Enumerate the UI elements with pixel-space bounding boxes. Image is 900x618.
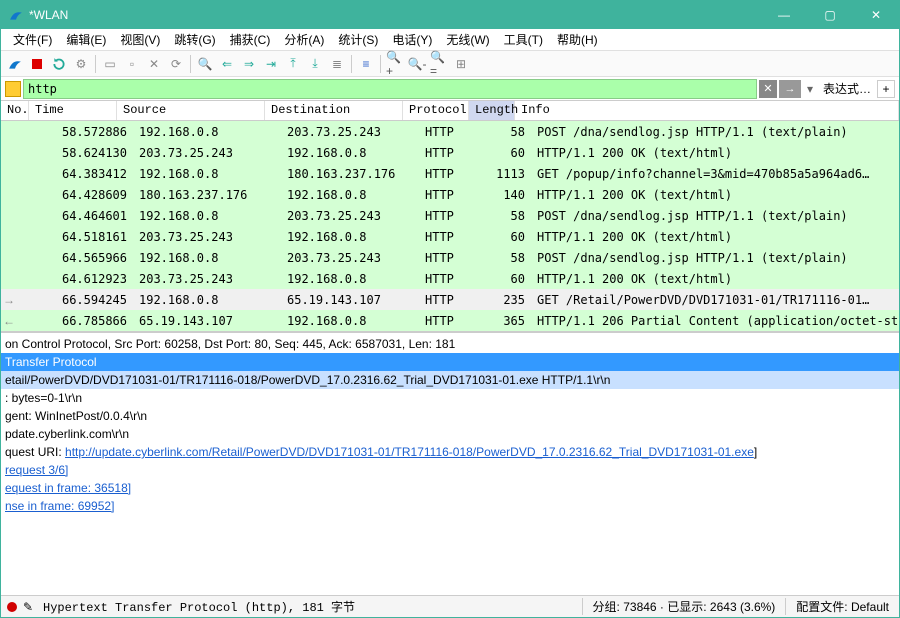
detail-line[interactable]: gent: WinInetPost/0.0.4\r\n: [1, 407, 899, 425]
packet-list-header: No. Time Source Destination Protocol Len…: [1, 101, 899, 121]
find-packet-icon[interactable]: 🔍: [195, 54, 215, 74]
table-row[interactable]: 64.428609180.163.237.176192.168.0.8HTTP1…: [1, 184, 899, 205]
col-source[interactable]: Source: [117, 101, 265, 120]
menu-capture[interactable]: 捕获(C): [224, 29, 277, 50]
auto-scroll-icon[interactable]: ≣: [327, 54, 347, 74]
expression-button[interactable]: 表达式…: [819, 80, 875, 97]
statusbar: ✎ Hypertext Transfer Protocol (http), 18…: [1, 595, 899, 617]
display-filter-input[interactable]: [23, 79, 757, 99]
maximize-button[interactable]: ▢: [807, 1, 853, 29]
detail-line-selected[interactable]: Transfer Protocol: [1, 353, 899, 371]
status-packet-count: 分组: 73846 · 已显示: 2643 (3.6%): [582, 598, 786, 615]
packet-details-pane[interactable]: on Control Protocol, Src Port: 60258, Ds…: [1, 331, 899, 595]
menubar: 文件(F) 编辑(E) 视图(V) 跳转(G) 捕获(C) 分析(A) 统计(S…: [1, 29, 899, 51]
detail-line[interactable]: etail/PowerDVD/DVD171031-01/TR171116-018…: [1, 371, 899, 389]
add-filter-button[interactable]: +: [877, 80, 895, 98]
start-capture-icon[interactable]: [5, 54, 25, 74]
col-info[interactable]: Info: [515, 101, 899, 120]
detail-line-link[interactable]: request 3/6]: [1, 461, 899, 479]
menu-telephony[interactable]: 电话(Y): [386, 29, 438, 50]
detail-line-link[interactable]: nse in frame: 69952]: [1, 497, 899, 515]
open-file-icon[interactable]: ▭: [100, 54, 120, 74]
window-title: *WLAN: [29, 8, 761, 22]
menu-analyze[interactable]: 分析(A): [278, 29, 330, 50]
go-to-packet-icon[interactable]: ⇥: [261, 54, 281, 74]
zoom-in-icon[interactable]: 🔍+: [385, 54, 405, 74]
go-first-icon[interactable]: ⤒: [283, 54, 303, 74]
app-icon: [9, 8, 23, 22]
col-destination[interactable]: Destination: [265, 101, 403, 120]
table-row[interactable]: 64.518161203.73.25.243192.168.0.8HTTP60H…: [1, 226, 899, 247]
table-row[interactable]: →66.594245192.168.0.865.19.143.107HTTP23…: [1, 289, 899, 310]
col-length[interactable]: Length: [469, 101, 515, 120]
detail-line-uri[interactable]: quest URI: http://update.cyberlink.com/R…: [1, 443, 899, 461]
table-row[interactable]: 64.565966192.168.0.8203.73.25.243HTTP58P…: [1, 247, 899, 268]
status-field-info: Hypertext Transfer Protocol (http), 181 …: [43, 598, 582, 615]
detail-line[interactable]: : bytes=0-1\r\n: [1, 389, 899, 407]
request-uri-link[interactable]: http://update.cyberlink.com/Retail/Power…: [65, 445, 754, 459]
zoom-out-icon[interactable]: 🔍-: [407, 54, 427, 74]
colorize-icon[interactable]: ≡: [356, 54, 376, 74]
close-button[interactable]: ✕: [853, 1, 899, 29]
zoom-reset-icon[interactable]: 🔍=: [429, 54, 449, 74]
restart-capture-icon[interactable]: [49, 54, 69, 74]
menu-go[interactable]: 跳转(G): [168, 29, 221, 50]
stop-capture-icon[interactable]: [27, 54, 47, 74]
packet-list-pane: No. Time Source Destination Protocol Len…: [1, 101, 899, 331]
table-row[interactable]: 58.572886192.168.0.8203.73.25.243HTTP58P…: [1, 121, 899, 142]
col-no[interactable]: No.: [1, 101, 29, 120]
reload-icon[interactable]: ⟳: [166, 54, 186, 74]
go-back-icon[interactable]: ⇐: [217, 54, 237, 74]
go-forward-icon[interactable]: ⇒: [239, 54, 259, 74]
expert-info-icon[interactable]: [7, 602, 17, 612]
menu-file[interactable]: 文件(F): [7, 29, 58, 50]
filter-history-dropdown[interactable]: ▾: [803, 80, 817, 98]
edit-icon[interactable]: ✎: [23, 600, 37, 614]
capture-options-icon[interactable]: ⚙: [71, 54, 91, 74]
table-row[interactable]: ←66.78586665.19.143.107192.168.0.8HTTP36…: [1, 310, 899, 331]
bookmark-icon[interactable]: [5, 81, 21, 97]
toolbar: ⚙ ▭ ▫ ✕ ⟳ 🔍 ⇐ ⇒ ⇥ ⤒ ⤓ ≣ ≡ 🔍+ 🔍- 🔍= ⊞: [1, 51, 899, 77]
menu-wireless[interactable]: 无线(W): [440, 29, 495, 50]
go-last-icon[interactable]: ⤓: [305, 54, 325, 74]
col-protocol[interactable]: Protocol: [403, 101, 469, 120]
table-row[interactable]: 64.464601192.168.0.8203.73.25.243HTTP58P…: [1, 205, 899, 226]
col-time[interactable]: Time: [29, 101, 117, 120]
status-profile[interactable]: 配置文件: Default: [785, 598, 899, 615]
table-row[interactable]: 64.612923203.73.25.243192.168.0.8HTTP60H…: [1, 268, 899, 289]
menu-statistics[interactable]: 统计(S): [332, 29, 384, 50]
filter-bar: ✕ → ▾ 表达式… +: [1, 77, 899, 101]
minimize-button[interactable]: —: [761, 1, 807, 29]
table-row[interactable]: 64.383412192.168.0.8180.163.237.176HTTP1…: [1, 163, 899, 184]
menu-edit[interactable]: 编辑(E): [60, 29, 112, 50]
apply-filter-icon[interactable]: →: [779, 80, 801, 98]
detail-line[interactable]: pdate.cyberlink.com\r\n: [1, 425, 899, 443]
table-row[interactable]: 58.624130203.73.25.243192.168.0.8HTTP60H…: [1, 142, 899, 163]
menu-view[interactable]: 视图(V): [114, 29, 166, 50]
menu-help[interactable]: 帮助(H): [551, 29, 604, 50]
save-file-icon[interactable]: ▫: [122, 54, 142, 74]
detail-line[interactable]: on Control Protocol, Src Port: 60258, Ds…: [1, 335, 899, 353]
clear-filter-icon[interactable]: ✕: [759, 80, 777, 98]
resize-columns-icon[interactable]: ⊞: [451, 54, 471, 74]
packet-rows[interactable]: 58.572886192.168.0.8203.73.25.243HTTP58P…: [1, 121, 899, 331]
detail-line-link[interactable]: equest in frame: 36518]: [1, 479, 899, 497]
close-file-icon[interactable]: ✕: [144, 54, 164, 74]
menu-tools[interactable]: 工具(T): [498, 29, 549, 50]
titlebar[interactable]: *WLAN — ▢ ✕: [1, 1, 899, 29]
